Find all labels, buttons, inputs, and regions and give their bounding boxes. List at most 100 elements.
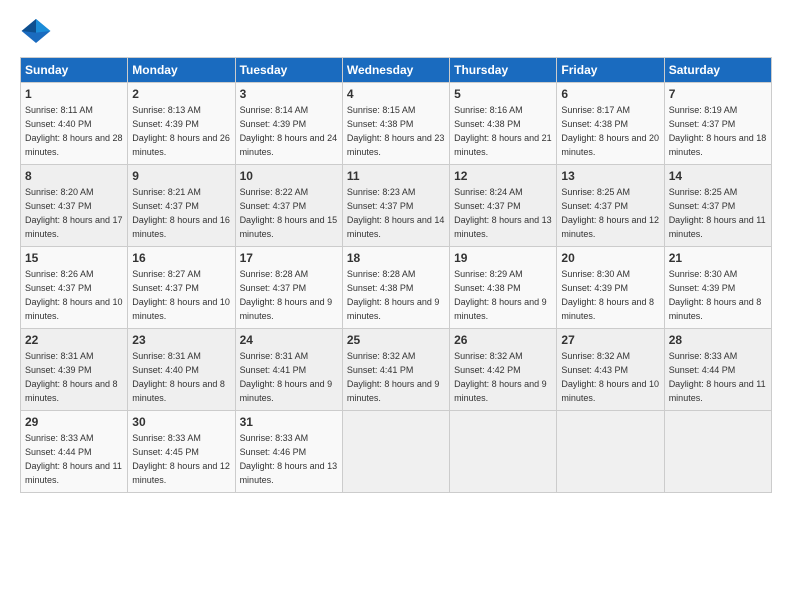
day-info: Sunrise: 8:27 AMSunset: 4:37 PMDaylight:… bbox=[132, 269, 230, 321]
calendar-cell: 31 Sunrise: 8:33 AMSunset: 4:46 PMDayligh… bbox=[235, 411, 342, 493]
calendar-cell: 16 Sunrise: 8:27 AMSunset: 4:37 PMDayligh… bbox=[128, 247, 235, 329]
calendar-cell bbox=[557, 411, 664, 493]
day-number: 1 bbox=[25, 86, 123, 103]
logo bbox=[20, 15, 56, 47]
day-info: Sunrise: 8:28 AMSunset: 4:38 PMDaylight:… bbox=[347, 269, 440, 321]
day-number: 24 bbox=[240, 332, 338, 349]
day-info: Sunrise: 8:32 AMSunset: 4:43 PMDaylight:… bbox=[561, 351, 659, 403]
day-info: Sunrise: 8:25 AMSunset: 4:37 PMDaylight:… bbox=[561, 187, 659, 239]
day-info: Sunrise: 8:17 AMSunset: 4:38 PMDaylight:… bbox=[561, 105, 659, 157]
calendar-cell: 25 Sunrise: 8:32 AMSunset: 4:41 PMDayligh… bbox=[342, 329, 449, 411]
day-number: 30 bbox=[132, 414, 230, 431]
day-number: 27 bbox=[561, 332, 659, 349]
calendar-cell: 15Sunrise: 8:26 AMSunset: 4:37 PMDayligh… bbox=[21, 247, 128, 329]
calendar-cell: 12 Sunrise: 8:24 AMSunset: 4:37 PMDayligh… bbox=[450, 165, 557, 247]
day-info: Sunrise: 8:19 AMSunset: 4:37 PMDaylight:… bbox=[669, 105, 767, 157]
calendar-cell: 8 Sunrise: 8:20 AMSunset: 4:37 PMDaylight… bbox=[21, 165, 128, 247]
day-number: 14 bbox=[669, 168, 767, 185]
day-info: Sunrise: 8:13 AMSunset: 4:39 PMDaylight:… bbox=[132, 105, 230, 157]
calendar-cell: 24 Sunrise: 8:31 AMSunset: 4:41 PMDayligh… bbox=[235, 329, 342, 411]
day-number: 28 bbox=[669, 332, 767, 349]
calendar-cell: 22 Sunrise: 8:31 AMSunset: 4:39 PMDayligh… bbox=[21, 329, 128, 411]
day-info: Sunrise: 8:31 AMSunset: 4:41 PMDaylight:… bbox=[240, 351, 333, 403]
calendar-cell: 10 Sunrise: 8:22 AMSunset: 4:37 PMDayligh… bbox=[235, 165, 342, 247]
day-number: 4 bbox=[347, 86, 445, 103]
day-number: 18 bbox=[347, 250, 445, 267]
day-number: 8 bbox=[25, 168, 123, 185]
calendar-cell bbox=[664, 411, 771, 493]
day-info: Sunrise: 8:14 AMSunset: 4:39 PMDaylight:… bbox=[240, 105, 338, 157]
day-number: 5 bbox=[454, 86, 552, 103]
calendar-week-row: 8 Sunrise: 8:20 AMSunset: 4:37 PMDaylight… bbox=[21, 165, 772, 247]
day-number: 17 bbox=[240, 250, 338, 267]
col-header-thursday: Thursday bbox=[450, 58, 557, 83]
calendar-cell: 21 Sunrise: 8:30 AMSunset: 4:39 PMDayligh… bbox=[664, 247, 771, 329]
calendar-cell: 29Sunrise: 8:33 AMSunset: 4:44 PMDayligh… bbox=[21, 411, 128, 493]
day-number: 25 bbox=[347, 332, 445, 349]
day-info: Sunrise: 8:32 AMSunset: 4:41 PMDaylight:… bbox=[347, 351, 440, 403]
day-number: 31 bbox=[240, 414, 338, 431]
calendar-cell: 20 Sunrise: 8:30 AMSunset: 4:39 PMDayligh… bbox=[557, 247, 664, 329]
day-number: 10 bbox=[240, 168, 338, 185]
header bbox=[20, 15, 772, 47]
day-number: 13 bbox=[561, 168, 659, 185]
calendar-cell: 19 Sunrise: 8:29 AMSunset: 4:38 PMDayligh… bbox=[450, 247, 557, 329]
calendar-cell: 9 Sunrise: 8:21 AMSunset: 4:37 PMDaylight… bbox=[128, 165, 235, 247]
calendar-cell: 13 Sunrise: 8:25 AMSunset: 4:37 PMDayligh… bbox=[557, 165, 664, 247]
day-info: Sunrise: 8:29 AMSunset: 4:38 PMDaylight:… bbox=[454, 269, 547, 321]
calendar-cell: 14Sunrise: 8:25 AMSunset: 4:37 PMDayligh… bbox=[664, 165, 771, 247]
day-info: Sunrise: 8:31 AMSunset: 4:39 PMDaylight:… bbox=[25, 351, 118, 403]
day-info: Sunrise: 8:30 AMSunset: 4:39 PMDaylight:… bbox=[561, 269, 654, 321]
calendar-cell: 11 Sunrise: 8:23 AMSunset: 4:37 PMDayligh… bbox=[342, 165, 449, 247]
day-number: 7 bbox=[669, 86, 767, 103]
day-info: Sunrise: 8:21 AMSunset: 4:37 PMDaylight:… bbox=[132, 187, 230, 239]
calendar-cell: 27 Sunrise: 8:32 AMSunset: 4:43 PMDayligh… bbox=[557, 329, 664, 411]
col-header-sunday: Sunday bbox=[21, 58, 128, 83]
day-info: Sunrise: 8:28 AMSunset: 4:37 PMDaylight:… bbox=[240, 269, 333, 321]
day-info: Sunrise: 8:22 AMSunset: 4:37 PMDaylight:… bbox=[240, 187, 338, 239]
day-info: Sunrise: 8:33 AMSunset: 4:44 PMDaylight:… bbox=[669, 351, 766, 403]
day-number: 19 bbox=[454, 250, 552, 267]
day-info: Sunrise: 8:30 AMSunset: 4:39 PMDaylight:… bbox=[669, 269, 762, 321]
logo-icon bbox=[20, 15, 52, 47]
calendar-cell: 4 Sunrise: 8:15 AMSunset: 4:38 PMDaylight… bbox=[342, 83, 449, 165]
calendar-cell: 6 Sunrise: 8:17 AMSunset: 4:38 PMDaylight… bbox=[557, 83, 664, 165]
calendar-cell: 30Sunrise: 8:33 AMSunset: 4:45 PMDayligh… bbox=[128, 411, 235, 493]
calendar-cell: 2 Sunrise: 8:13 AMSunset: 4:39 PMDaylight… bbox=[128, 83, 235, 165]
day-number: 23 bbox=[132, 332, 230, 349]
calendar-cell bbox=[342, 411, 449, 493]
col-header-friday: Friday bbox=[557, 58, 664, 83]
col-header-wednesday: Wednesday bbox=[342, 58, 449, 83]
day-info: Sunrise: 8:33 AMSunset: 4:46 PMDaylight:… bbox=[240, 433, 338, 485]
day-number: 9 bbox=[132, 168, 230, 185]
day-number: 6 bbox=[561, 86, 659, 103]
day-info: Sunrise: 8:26 AMSunset: 4:37 PMDaylight:… bbox=[25, 269, 123, 321]
day-info: Sunrise: 8:23 AMSunset: 4:37 PMDaylight:… bbox=[347, 187, 445, 239]
calendar-cell: 28 Sunrise: 8:33 AMSunset: 4:44 PMDayligh… bbox=[664, 329, 771, 411]
calendar-cell: 7 Sunrise: 8:19 AMSunset: 4:37 PMDaylight… bbox=[664, 83, 771, 165]
calendar-cell: 17 Sunrise: 8:28 AMSunset: 4:37 PMDayligh… bbox=[235, 247, 342, 329]
calendar-table: SundayMondayTuesdayWednesdayThursdayFrid… bbox=[20, 57, 772, 493]
calendar-week-row: 15Sunrise: 8:26 AMSunset: 4:37 PMDayligh… bbox=[21, 247, 772, 329]
day-number: 29 bbox=[25, 414, 123, 431]
calendar-cell: 3 Sunrise: 8:14 AMSunset: 4:39 PMDaylight… bbox=[235, 83, 342, 165]
day-info: Sunrise: 8:15 AMSunset: 4:38 PMDaylight:… bbox=[347, 105, 445, 157]
day-number: 22 bbox=[25, 332, 123, 349]
day-number: 21 bbox=[669, 250, 767, 267]
calendar-cell: 26Sunrise: 8:32 AMSunset: 4:42 PMDayligh… bbox=[450, 329, 557, 411]
calendar-cell bbox=[450, 411, 557, 493]
day-number: 20 bbox=[561, 250, 659, 267]
day-info: Sunrise: 8:24 AMSunset: 4:37 PMDaylight:… bbox=[454, 187, 552, 239]
calendar-week-row: 1Sunrise: 8:11 AMSunset: 4:40 PMDaylight… bbox=[21, 83, 772, 165]
page: SundayMondayTuesdayWednesdayThursdayFrid… bbox=[0, 0, 792, 612]
day-number: 12 bbox=[454, 168, 552, 185]
calendar-cell: 1Sunrise: 8:11 AMSunset: 4:40 PMDaylight… bbox=[21, 83, 128, 165]
day-info: Sunrise: 8:16 AMSunset: 4:38 PMDaylight:… bbox=[454, 105, 552, 157]
day-info: Sunrise: 8:20 AMSunset: 4:37 PMDaylight:… bbox=[25, 187, 123, 239]
col-header-monday: Monday bbox=[128, 58, 235, 83]
day-number: 2 bbox=[132, 86, 230, 103]
day-number: 3 bbox=[240, 86, 338, 103]
day-number: 16 bbox=[132, 250, 230, 267]
calendar-cell: 18 Sunrise: 8:28 AMSunset: 4:38 PMDayligh… bbox=[342, 247, 449, 329]
day-number: 11 bbox=[347, 168, 445, 185]
